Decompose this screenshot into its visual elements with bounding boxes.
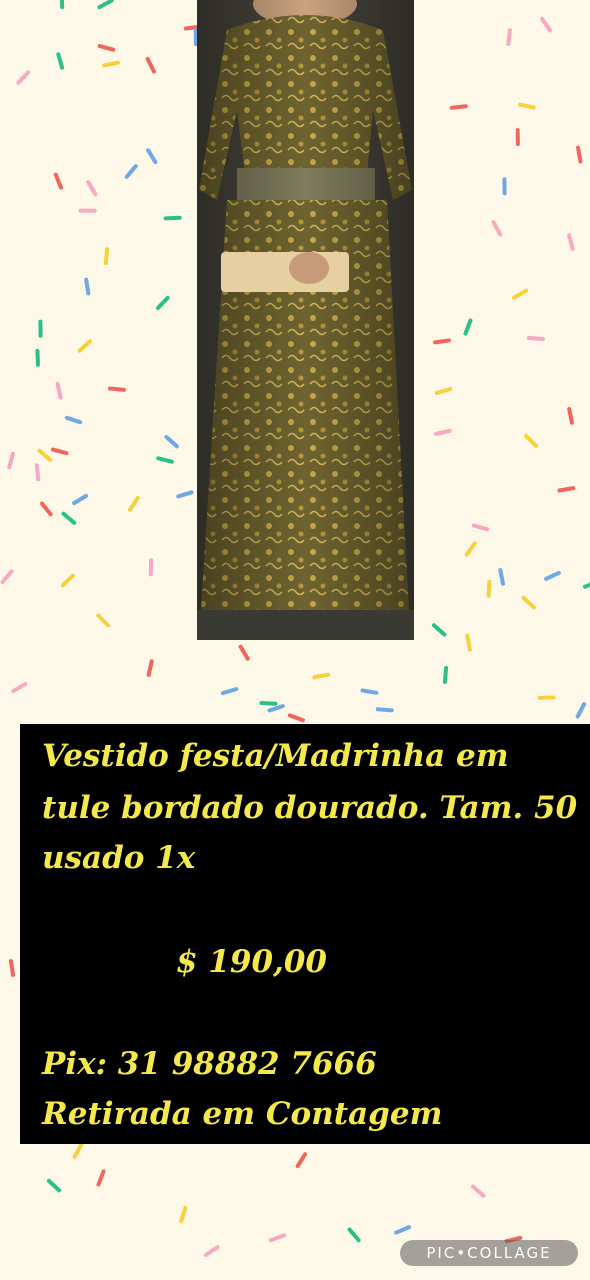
sprinkle — [267, 704, 285, 713]
sprinkle — [50, 447, 69, 456]
sprinkle — [526, 335, 545, 342]
sprinkle — [16, 70, 31, 85]
sprinkle — [238, 644, 250, 661]
sprinkle — [59, 0, 65, 10]
sprinkle — [434, 428, 452, 436]
piccollage-watermark: PIC•COLLAGE — [400, 1240, 578, 1266]
sprinkle — [72, 1142, 84, 1159]
sprinkle — [521, 595, 536, 610]
pix-contact: Pix: 31 98882 7666 — [42, 1046, 377, 1082]
sprinkle — [103, 247, 110, 266]
sprinkle — [465, 633, 472, 652]
sprinkle — [102, 60, 120, 68]
sprinkle — [540, 16, 552, 33]
sprinkle — [84, 277, 91, 296]
sprinkle — [96, 613, 111, 628]
sprinkle — [60, 573, 75, 588]
listing-info-panel: Vestido festa/Madrinha em tule bordado d… — [20, 724, 590, 1144]
sprinkle — [64, 415, 83, 425]
sprinkle — [7, 451, 15, 470]
sprinkle — [575, 702, 587, 719]
sprinkle — [360, 688, 379, 695]
sprinkle — [582, 579, 590, 589]
sprinkle — [8, 959, 16, 977]
sprinkle — [506, 28, 512, 47]
description-line-1: Vestido festa/Madrinha em — [42, 738, 509, 774]
sprinkle — [97, 0, 114, 10]
sprinkle — [576, 145, 583, 164]
sprinkle — [35, 348, 40, 367]
sprinkle — [512, 288, 529, 300]
sprinkle — [498, 568, 506, 586]
sprinkle — [295, 1152, 308, 1169]
sprinkle — [567, 233, 575, 251]
sprinkle — [55, 381, 63, 400]
sprinkle — [46, 1178, 62, 1193]
sprinkle — [77, 339, 92, 353]
sprinkle — [164, 434, 179, 449]
sprinkle — [203, 1245, 220, 1257]
sprinkle — [524, 434, 539, 448]
sprinkle — [449, 104, 468, 110]
description-line-3: usado 1x — [42, 840, 196, 876]
sprinkle — [259, 700, 278, 706]
sprinkle — [179, 1205, 188, 1224]
sprinkle — [0, 569, 14, 585]
sprinkle — [128, 495, 140, 512]
sprinkle — [34, 463, 41, 482]
sprinkle — [96, 1169, 106, 1187]
sprinkle — [146, 148, 158, 165]
sprinkle — [56, 52, 65, 70]
sprinkle — [394, 1225, 412, 1235]
sprinkle — [431, 623, 447, 637]
sprinkle — [176, 490, 194, 499]
sprinkle — [470, 1184, 486, 1198]
sprinkle — [544, 570, 561, 581]
sprinkle — [434, 386, 453, 395]
sprinkle — [463, 318, 473, 336]
sprinkle — [61, 511, 77, 525]
sprinkle — [491, 220, 503, 237]
sprinkle — [97, 44, 116, 52]
sprinkle — [156, 456, 174, 464]
sprinkle — [155, 295, 170, 311]
sprinkle — [163, 215, 182, 221]
sprinkle — [464, 541, 477, 557]
sprinkle — [375, 707, 394, 713]
sprinkle — [567, 407, 574, 425]
sprinkle — [11, 681, 28, 694]
sprinkle — [107, 386, 126, 392]
sprinkle — [433, 338, 451, 345]
description-line-2: tule bordado dourado. Tam. 50 — [42, 790, 578, 826]
sprinkle — [53, 172, 63, 190]
sprinkle — [72, 493, 89, 506]
sprinkle — [287, 713, 305, 723]
price-label: $ 190,00 — [176, 944, 328, 980]
sprinkle — [442, 665, 449, 684]
dress-photo — [197, 0, 414, 640]
sprinkle — [146, 659, 154, 677]
sprinkle — [124, 164, 138, 179]
pickup-location: Retirada em Contagem — [42, 1096, 443, 1132]
sprinkle — [486, 579, 492, 598]
sprinkle — [471, 523, 490, 532]
sprinkle — [86, 180, 98, 197]
sprinkle — [517, 102, 536, 110]
sprinkle — [39, 501, 53, 517]
sprinkle — [312, 672, 331, 680]
sprinkle — [347, 1227, 361, 1243]
sprinkle — [145, 56, 156, 74]
sprinkle — [37, 448, 53, 462]
sprinkle — [220, 687, 239, 696]
sprinkle — [268, 1233, 287, 1243]
sprinkle — [557, 486, 576, 493]
